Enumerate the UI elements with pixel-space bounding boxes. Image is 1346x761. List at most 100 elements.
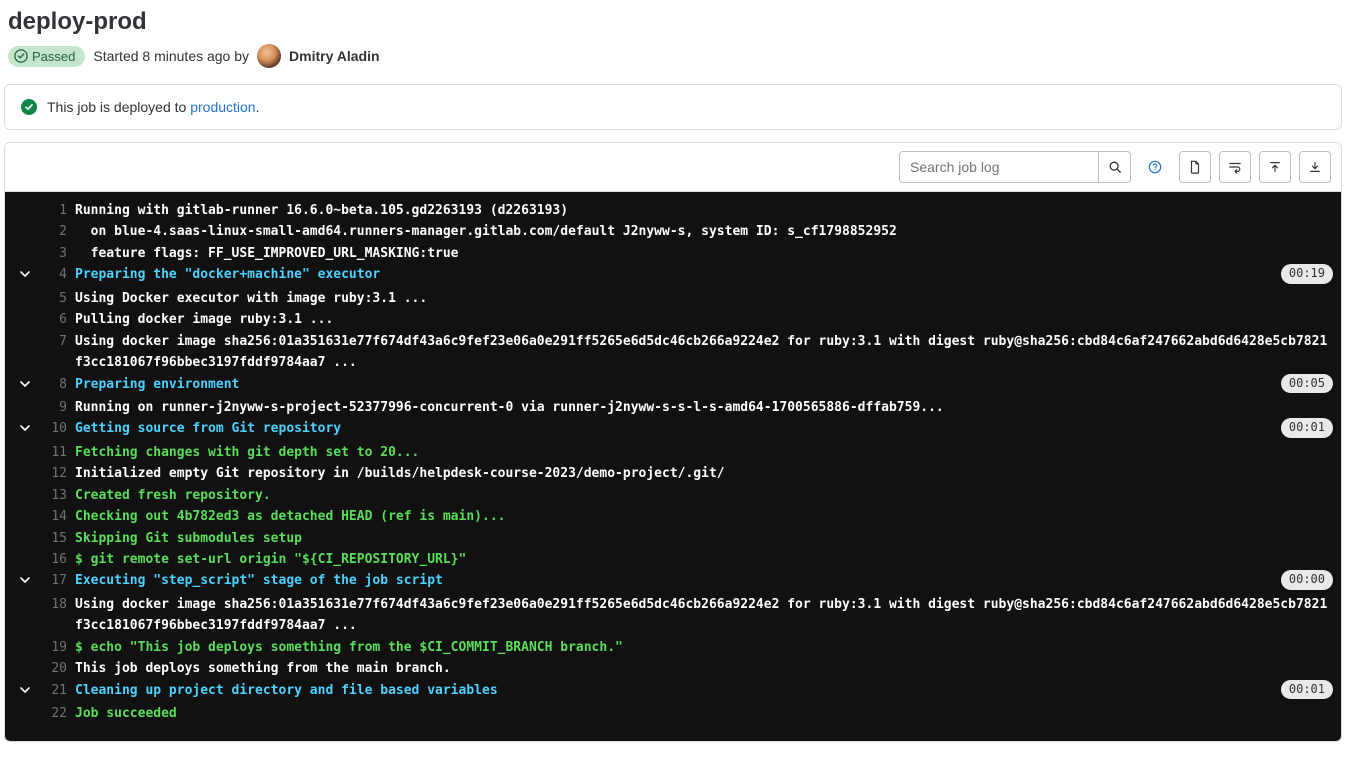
log-line: 20This job deploys something from the ma… — [5, 658, 1341, 679]
log-line: 12Initialized empty Git repository in /b… — [5, 463, 1341, 484]
line-number: 2 — [45, 221, 75, 242]
log-content: Running on runner-j2nyww-s-project-52377… — [75, 397, 1341, 418]
log-line: 16$ git remote set-url origin "${CI_REPO… — [5, 549, 1341, 570]
log-content: Using docker image sha256:01a351631e77f6… — [75, 594, 1341, 637]
avatar[interactable] — [257, 44, 281, 68]
banner-prefix: This job is deployed to — [47, 99, 190, 115]
log-section-header[interactable]: 10Getting source from Git repository 00:0… — [5, 418, 1341, 441]
line-number: 5 — [45, 288, 75, 309]
search-input[interactable] — [899, 151, 1099, 183]
log-section-header[interactable]: 8Preparing environment 00:05 — [5, 374, 1341, 397]
log-content: Created fresh repository. — [75, 485, 1341, 506]
line-number: 21 — [45, 680, 75, 701]
check-circle-icon — [14, 49, 28, 63]
log-line: 2 on blue-4.saas-linux-small-amd64.runne… — [5, 221, 1341, 242]
line-number: 9 — [45, 397, 75, 418]
success-icon — [21, 99, 37, 115]
help-icon — [1148, 160, 1162, 174]
log-content: Getting source from Git repository — [75, 418, 1273, 439]
log-content: Using docker image sha256:01a351631e77f6… — [75, 331, 1341, 374]
scroll-top-button[interactable] — [1259, 151, 1291, 183]
arrow-down-icon — [1308, 160, 1322, 174]
log-line: 13Created fresh repository. — [5, 485, 1341, 506]
line-number: 8 — [45, 374, 75, 395]
log-line: 19$ echo "This job deploys something fro… — [5, 637, 1341, 658]
chevron-down-icon — [19, 684, 31, 696]
line-number: 20 — [45, 658, 75, 679]
collapse-toggle[interactable] — [5, 418, 45, 441]
search-icon — [1108, 160, 1122, 174]
log-content: This job deploys something from the main… — [75, 658, 1341, 679]
environment-link[interactable]: production — [190, 99, 255, 115]
line-number: 6 — [45, 309, 75, 330]
raw-log-button[interactable] — [1179, 151, 1211, 183]
log-content: Initialized empty Git repository in /bui… — [75, 463, 1341, 484]
log-content: Executing "step_script" stage of the job… — [75, 570, 1273, 591]
chevron-down-icon — [19, 574, 31, 586]
author-name[interactable]: Dmitry Aladin — [289, 48, 380, 64]
log-content: Fetching changes with git depth set to 2… — [75, 442, 1341, 463]
section-duration: 00:19 — [1281, 264, 1333, 284]
help-button[interactable] — [1139, 151, 1171, 183]
log-section-header[interactable]: 17Executing "step_script" stage of the j… — [5, 570, 1341, 593]
scroll-bottom-button[interactable] — [1299, 151, 1331, 183]
log-content: on blue-4.saas-linux-small-amd64.runners… — [75, 221, 1341, 242]
line-number: 18 — [45, 594, 75, 615]
collapse-toggle[interactable] — [5, 374, 45, 397]
log-content: Using Docker executor with image ruby:3.… — [75, 288, 1341, 309]
section-duration: 00:01 — [1281, 680, 1333, 700]
log-toolbar — [5, 143, 1341, 192]
arrow-up-icon — [1268, 160, 1282, 174]
log-section-header[interactable]: 21Cleaning up project directory and file… — [5, 680, 1341, 703]
started-text: Started 8 minutes ago by — [93, 48, 249, 64]
document-icon — [1188, 160, 1202, 174]
chevron-down-icon — [19, 378, 31, 390]
log-line: 1Running with gitlab-runner 16.6.0~beta.… — [5, 200, 1341, 221]
chevron-down-icon — [19, 268, 31, 280]
line-number: 10 — [45, 418, 75, 439]
log-content: Preparing environment — [75, 374, 1273, 395]
banner-suffix: . — [256, 99, 260, 115]
line-number: 16 — [45, 549, 75, 570]
line-number: 15 — [45, 528, 75, 549]
log-line: 11Fetching changes with git depth set to… — [5, 442, 1341, 463]
line-number: 12 — [45, 463, 75, 484]
line-number: 1 — [45, 200, 75, 221]
status-badge-label: Passed — [32, 49, 75, 64]
log-content: Cleaning up project directory and file b… — [75, 680, 1273, 701]
log-content: Running with gitlab-runner 16.6.0~beta.1… — [75, 200, 1341, 221]
line-number: 7 — [45, 331, 75, 352]
line-number: 11 — [45, 442, 75, 463]
log-line: 18Using docker image sha256:01a351631e77… — [5, 594, 1341, 637]
log-content: Job succeeded — [75, 703, 1341, 724]
log-content: Skipping Git submodules setup — [75, 528, 1341, 549]
log-content: Checking out 4b782ed3 as detached HEAD (… — [75, 506, 1341, 527]
collapse-toggle[interactable] — [5, 570, 45, 593]
log-body: 1Running with gitlab-runner 16.6.0~beta.… — [5, 192, 1341, 741]
deploy-banner-text: This job is deployed to production. — [47, 99, 259, 115]
section-duration: 00:01 — [1281, 418, 1333, 438]
log-content: feature flags: FF_USE_IMPROVED_URL_MASKI… — [75, 243, 1341, 264]
log-line: 3 feature flags: FF_USE_IMPROVED_URL_MAS… — [5, 243, 1341, 264]
log-panel: 1Running with gitlab-runner 16.6.0~beta.… — [4, 142, 1342, 742]
section-duration: 00:05 — [1281, 374, 1333, 394]
wrap-lines-button[interactable] — [1219, 151, 1251, 183]
log-line: 6Pulling docker image ruby:3.1 ... — [5, 309, 1341, 330]
section-duration: 00:00 — [1281, 570, 1333, 590]
log-section-header[interactable]: 4Preparing the "docker+machine" executor… — [5, 264, 1341, 287]
chevron-down-icon — [19, 422, 31, 434]
collapse-toggle[interactable] — [5, 264, 45, 287]
log-content: Pulling docker image ruby:3.1 ... — [75, 309, 1341, 330]
log-content: $ git remote set-url origin "${CI_REPOSI… — [75, 549, 1341, 570]
status-badge: Passed — [8, 46, 85, 67]
page-title: deploy-prod — [0, 0, 1346, 40]
log-line: 5Using Docker executor with image ruby:3… — [5, 288, 1341, 309]
log-line: 22Job succeeded — [5, 703, 1341, 724]
line-number: 19 — [45, 637, 75, 658]
log-content: $ echo "This job deploys something from … — [75, 637, 1341, 658]
log-line: 14Checking out 4b782ed3 as detached HEAD… — [5, 506, 1341, 527]
log-line: 7Using docker image sha256:01a351631e77f… — [5, 331, 1341, 374]
search-button[interactable] — [1099, 151, 1131, 183]
collapse-toggle[interactable] — [5, 680, 45, 703]
log-line: 15Skipping Git submodules setup — [5, 528, 1341, 549]
